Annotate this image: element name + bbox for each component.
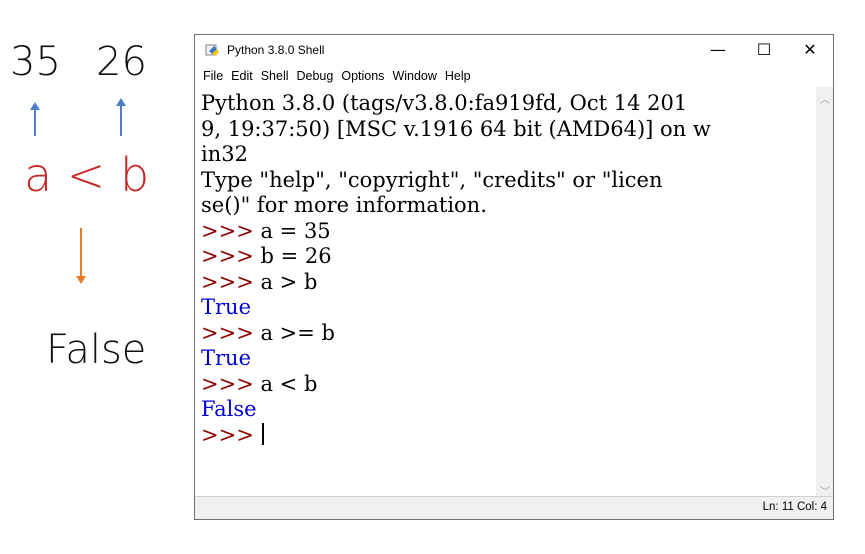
status-bar: Ln: 11 Col: 4 bbox=[195, 496, 833, 519]
shell-output: True bbox=[201, 295, 251, 319]
up-arrow-icon bbox=[30, 102, 40, 136]
shell-text: Python 3.8.0 (tags/v3.8.0:fa919fd, Oct 1… bbox=[201, 91, 688, 115]
menu-debug[interactable]: Debug bbox=[295, 65, 336, 87]
minimize-button[interactable]: — bbox=[695, 35, 741, 65]
left-number-label: 35 bbox=[10, 39, 61, 85]
maximize-button[interactable]: ☐ bbox=[741, 35, 787, 65]
close-button[interactable]: ✕ bbox=[787, 35, 833, 65]
down-arrow-icon bbox=[76, 228, 86, 284]
shell-text: a >= b bbox=[253, 320, 335, 345]
shell-text: se()" for more information. bbox=[201, 193, 487, 217]
shell-line: se()" for more information. bbox=[201, 193, 815, 219]
shell-text: a > b bbox=[253, 269, 318, 294]
shell-line: >>> bbox=[201, 422, 815, 449]
comparison-expression: a < b bbox=[24, 148, 150, 202]
menu-bar: File Edit Shell Debug Options Window Help bbox=[195, 65, 833, 87]
menu-options[interactable]: Options bbox=[339, 65, 386, 87]
title-bar[interactable]: Python 3.8.0 Shell — ☐ ✕ bbox=[195, 35, 833, 65]
shell-line: True bbox=[201, 346, 815, 372]
shell-output: True bbox=[201, 346, 251, 370]
shell-prompt: >>> bbox=[201, 269, 254, 294]
shell-text bbox=[254, 423, 261, 447]
menu-window[interactable]: Window bbox=[390, 65, 438, 87]
shell-line: >>> a >= b bbox=[201, 321, 815, 347]
cursor-position: Ln: 11 Col: 4 bbox=[762, 501, 827, 513]
menu-edit[interactable]: Edit bbox=[229, 65, 255, 87]
menu-file[interactable]: File bbox=[201, 65, 225, 87]
shell-line: >>> b = 26 bbox=[201, 244, 815, 270]
shell-output: False bbox=[201, 397, 257, 421]
shell-text: a = 35 bbox=[253, 218, 331, 243]
shell-line: True bbox=[201, 295, 815, 321]
shell-prompt: >>> bbox=[201, 320, 254, 345]
window-title: Python 3.8.0 Shell bbox=[227, 43, 325, 57]
shell-line: >>> a > b bbox=[201, 270, 815, 296]
shell-text: a < b bbox=[253, 371, 318, 396]
shell-line: in32 bbox=[201, 142, 815, 168]
python-shell-window: Python 3.8.0 Shell — ☐ ✕ File Edit Shell De… bbox=[194, 34, 834, 520]
shell-line: False bbox=[201, 397, 815, 423]
scroll-up-icon[interactable]: ︿ bbox=[820, 91, 830, 106]
shell-line: Type "help", "copyright", "credits" or "… bbox=[201, 168, 815, 194]
shell-text: b = 26 bbox=[253, 244, 332, 268]
shell-prompt: >>> bbox=[201, 422, 254, 447]
shell-text-area[interactable]: Python 3.8.0 (tags/v3.8.0:fa919fd, Oct 1… bbox=[201, 91, 815, 501]
menu-help[interactable]: Help bbox=[443, 65, 473, 87]
menu-shell[interactable]: Shell bbox=[259, 65, 291, 87]
shell-line: >>> a = 35 bbox=[201, 219, 815, 245]
shell-text: Type "help", "copyright", "credits" or "… bbox=[201, 167, 663, 192]
up-arrow-icon bbox=[116, 98, 126, 136]
shell-line: Python 3.8.0 (tags/v3.8.0:fa919fd, Oct 1… bbox=[201, 91, 815, 117]
shell-text: 9, 19:37:50) [MSC v.1916 64 bit (AMD64)]… bbox=[201, 116, 711, 141]
vertical-scrollbar[interactable] bbox=[816, 87, 833, 499]
comparison-result: False bbox=[46, 327, 147, 373]
text-cursor bbox=[262, 422, 265, 445]
idle-app-icon bbox=[205, 44, 219, 56]
shell-prompt: >>> bbox=[201, 218, 254, 243]
shell-prompt: >>> bbox=[201, 244, 254, 268]
shell-line: >>> a < b bbox=[201, 372, 815, 398]
shell-line: 9, 19:37:50) [MSC v.1916 64 bit (AMD64)]… bbox=[201, 117, 815, 143]
shell-prompt: >>> bbox=[201, 371, 254, 396]
right-number-label: 26 bbox=[96, 39, 147, 85]
shell-text: in32 bbox=[201, 142, 248, 166]
